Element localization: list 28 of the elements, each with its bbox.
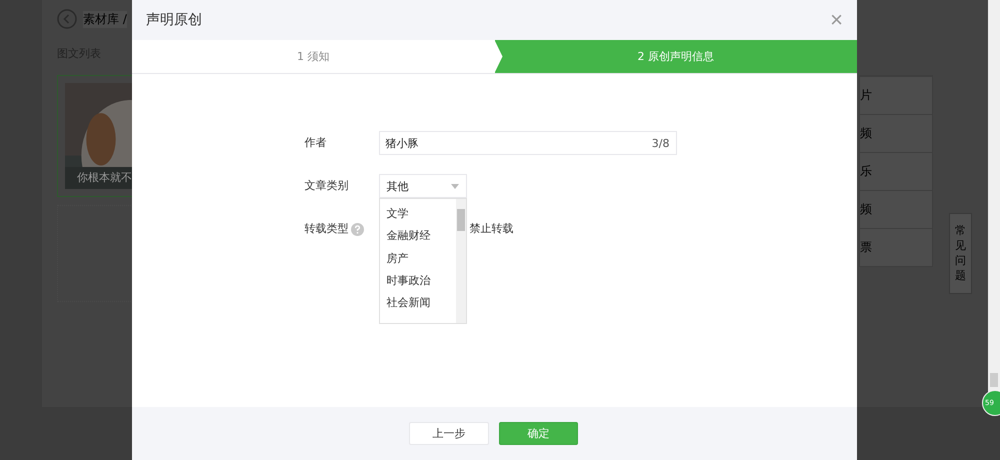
breadcrumb[interactable]: 素材库 / <box>83 10 127 28</box>
back-icon[interactable] <box>57 9 77 29</box>
dropdown-option[interactable]: 时事政治 <box>386 270 456 292</box>
category-select[interactable]: 其他 <box>378 174 466 198</box>
menu-item[interactable]: 票 <box>860 228 932 266</box>
caret-icon <box>450 184 458 188</box>
menu-item[interactable]: 乐 <box>860 152 932 190</box>
reprint-option[interactable]: 禁止转载 <box>470 217 514 241</box>
close-button[interactable]: × <box>830 9 843 31</box>
scrollbar-thumb[interactable] <box>990 373 998 387</box>
dropdown-option[interactable]: 社会新闻 <box>386 292 456 314</box>
dropdown-option[interactable]: 金融财经 <box>386 225 456 248</box>
dropdown-option[interactable]: 文学 <box>386 203 456 226</box>
help-icon[interactable] <box>350 223 364 236</box>
field-label: 文章类别 <box>304 178 350 194</box>
confirm-button[interactable]: 确定 <box>499 422 578 445</box>
field-label: 作者 <box>304 135 328 151</box>
scrollbar[interactable] <box>456 199 466 323</box>
author-field[interactable]: 猪小豚 3/8 <box>378 131 676 155</box>
step-tab[interactable]: 2 原创声明信息 <box>494 40 857 73</box>
dialog-title: 声明原创 <box>146 11 202 29</box>
menu-item[interactable]: 片 <box>860 76 932 114</box>
faq-tab[interactable]: 常见问题 <box>949 213 972 294</box>
back-button[interactable]: 上一步 <box>409 422 489 445</box>
field-label: 转载类型 <box>304 221 348 237</box>
menu-item[interactable]: 频 <box>860 114 932 152</box>
dropdown-option[interactable]: 房产 <box>386 248 456 270</box>
menu-item[interactable]: 频 <box>860 190 932 228</box>
